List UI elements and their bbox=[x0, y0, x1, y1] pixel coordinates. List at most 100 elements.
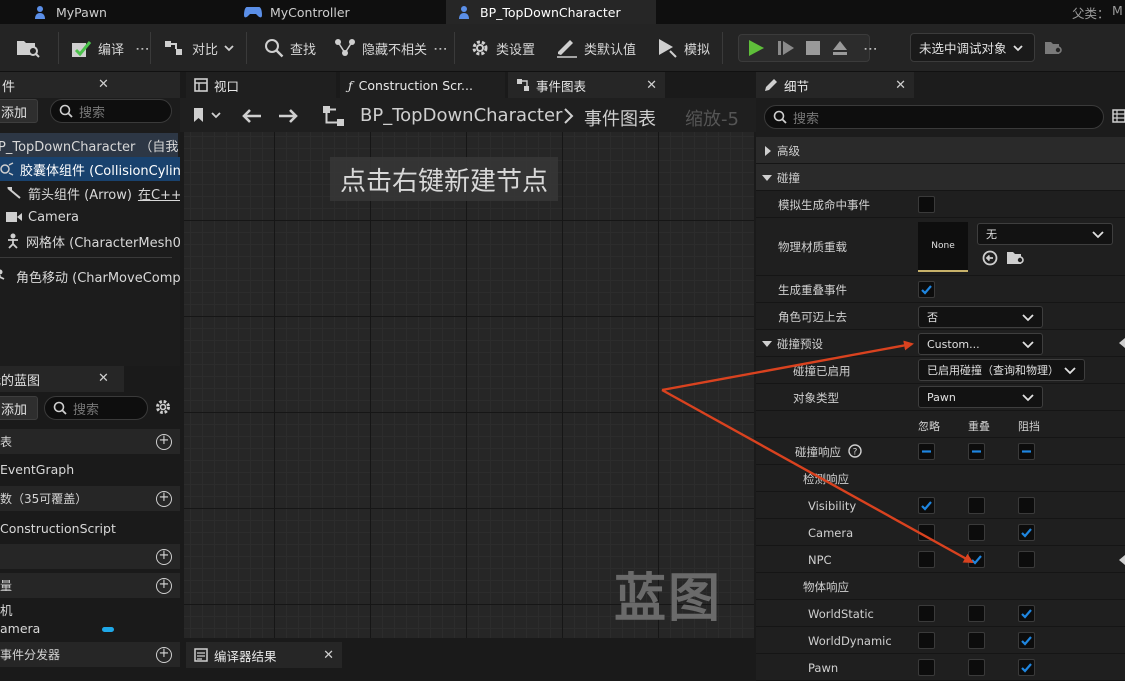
reset-diamond-icon[interactable] bbox=[1119, 338, 1125, 348]
step-button[interactable] bbox=[777, 39, 795, 57]
blueprint-search-input[interactable]: 搜索 bbox=[44, 396, 148, 420]
breadcrumb-chevron-icon bbox=[562, 107, 574, 125]
responses-ignore-all-checkbox[interactable] bbox=[918, 443, 935, 460]
tab-event-graph[interactable]: 事件图表 ✕ bbox=[508, 72, 665, 98]
worlddynamic-block-checkbox[interactable] bbox=[1018, 632, 1035, 649]
details-search-input[interactable]: 搜索 bbox=[764, 105, 1104, 129]
phys-material-dropdown[interactable]: 无 bbox=[977, 223, 1113, 245]
object-type-dropdown[interactable]: Pawn bbox=[918, 386, 1043, 408]
tab-bp-topdowncharacter[interactable]: BP_TopDownCharacter bbox=[446, 0, 656, 24]
collision-presets-dropdown[interactable]: Custom... bbox=[918, 333, 1043, 355]
worldstatic-block-checkbox[interactable] bbox=[1018, 605, 1035, 622]
tab-mycontroller[interactable]: MyController bbox=[234, 0, 444, 24]
add-function-icon[interactable]: + bbox=[156, 491, 172, 507]
category-collision[interactable]: 碰撞 bbox=[756, 164, 1125, 191]
settings-gear-icon[interactable] bbox=[154, 398, 172, 416]
tab-construction-script[interactable]: ƒ Construction Scr... bbox=[340, 72, 505, 98]
section-functions[interactable]: 数（35可覆盖） + bbox=[0, 486, 180, 512]
camera-block-checkbox[interactable] bbox=[1018, 524, 1035, 541]
responses-overlap-all-checkbox[interactable] bbox=[968, 443, 985, 460]
tree-item-movement[interactable]: 角色移动 (CharMoveComp) bbox=[0, 264, 180, 288]
close-icon[interactable]: ✕ bbox=[98, 77, 109, 92]
class-settings-button[interactable]: 类设置 bbox=[470, 24, 535, 72]
visibility-block-checkbox[interactable] bbox=[1018, 497, 1035, 514]
find-button[interactable]: 查找 bbox=[264, 24, 316, 72]
tree-item-mesh[interactable]: 网格体 (CharacterMesh0) bbox=[6, 229, 180, 253]
camera-overlap-checkbox[interactable] bbox=[968, 524, 985, 541]
worlddynamic-overlap-checkbox[interactable] bbox=[968, 632, 985, 649]
pawn-ignore-checkbox[interactable] bbox=[918, 659, 935, 676]
compile-button[interactable]: 编译 bbox=[70, 24, 124, 72]
compile-options-button[interactable]: ⋮ bbox=[134, 24, 150, 72]
stop-button[interactable] bbox=[805, 40, 821, 56]
worldstatic-ignore-checkbox[interactable] bbox=[918, 605, 935, 622]
section-event-dispatchers[interactable]: 事件分发器 + bbox=[0, 642, 180, 668]
close-icon[interactable]: ✕ bbox=[98, 371, 109, 386]
pawn-block-checkbox[interactable] bbox=[1018, 659, 1035, 676]
list-item-constructionscript[interactable]: ConstructionScript bbox=[0, 516, 116, 540]
simulate-button[interactable]: 模拟 bbox=[656, 24, 710, 72]
hide-unrelated-options[interactable]: ⋮ bbox=[432, 24, 448, 72]
breadcrumb-root[interactable]: BP_TopDownCharacter bbox=[360, 105, 562, 126]
responses-block-all-checkbox[interactable] bbox=[1018, 443, 1035, 460]
add-macro-icon[interactable]: + bbox=[156, 549, 172, 565]
play-options-button[interactable]: ⋮ bbox=[862, 24, 878, 72]
help-icon[interactable]: ? bbox=[848, 444, 862, 458]
sim-hit-checkbox[interactable] bbox=[918, 196, 935, 213]
back-arrow-icon[interactable] bbox=[240, 107, 262, 125]
gen-overlap-checkbox[interactable] bbox=[918, 281, 935, 298]
parent-class-label: 父类： bbox=[1072, 6, 1110, 21]
debug-browse-icon[interactable] bbox=[1044, 39, 1064, 57]
pawn-overlap-checkbox[interactable] bbox=[968, 659, 985, 676]
response-column-headers bbox=[756, 411, 1125, 438]
bookmark-dropdown[interactable] bbox=[192, 106, 224, 124]
tab-viewport[interactable]: 视口 bbox=[186, 72, 336, 98]
visibility-ignore-checkbox[interactable] bbox=[918, 497, 935, 514]
browse-asset-icon[interactable] bbox=[1006, 250, 1026, 266]
add-member-button[interactable]: 添加 bbox=[0, 396, 38, 420]
section-variables[interactable]: 量 + bbox=[0, 573, 180, 599]
debug-object-select[interactable]: 未选中调试对象 bbox=[910, 33, 1035, 62]
worldstatic-overlap-checkbox[interactable] bbox=[968, 605, 985, 622]
add-dispatcher-icon[interactable]: + bbox=[156, 647, 172, 663]
eject-button[interactable] bbox=[831, 39, 849, 57]
class-defaults-button[interactable]: 类默认值 bbox=[556, 24, 636, 72]
forward-arrow-icon[interactable] bbox=[278, 107, 300, 125]
browse-button[interactable] bbox=[16, 24, 40, 72]
add-graph-icon[interactable]: + bbox=[156, 434, 172, 450]
npc-overlap-checkbox[interactable] bbox=[968, 551, 985, 568]
add-component-button[interactable]: 添加 bbox=[0, 99, 38, 123]
worlddynamic-ignore-checkbox[interactable] bbox=[918, 632, 935, 649]
table-view-icon[interactable] bbox=[1112, 109, 1125, 123]
tree-item-camera[interactable]: Camera bbox=[6, 205, 180, 229]
section-macros[interactable]: + bbox=[0, 544, 180, 570]
diff-button[interactable]: 对比 bbox=[164, 24, 234, 72]
play-button[interactable] bbox=[747, 39, 765, 57]
tree-item-capsule[interactable]: 胶囊体组件 (CollisionCylinde bbox=[0, 157, 180, 181]
close-icon[interactable]: ✕ bbox=[323, 648, 334, 663]
can-step-dropdown[interactable]: 否 bbox=[918, 306, 1043, 328]
list-item-camera-variable[interactable]: amera bbox=[0, 617, 40, 639]
tab-mypawn[interactable]: MyPawn bbox=[22, 0, 232, 24]
close-icon[interactable]: ✕ bbox=[646, 78, 657, 93]
visibility-overlap-checkbox[interactable] bbox=[968, 497, 985, 514]
compile-check-icon bbox=[70, 37, 92, 59]
components-search-input[interactable]: 搜索 bbox=[50, 99, 172, 123]
category-advanced[interactable]: 高级 bbox=[756, 137, 1125, 164]
close-icon[interactable]: ✕ bbox=[895, 78, 906, 93]
tab-details[interactable]: 细节 ✕ bbox=[756, 72, 914, 98]
list-item-eventgraph[interactable]: EventGraph bbox=[0, 457, 74, 481]
npc-ignore-checkbox[interactable] bbox=[918, 551, 935, 568]
section-graphs[interactable]: 表 + bbox=[0, 429, 180, 455]
tree-item-arrow[interactable]: 箭头组件 (Arrow) 在C++5 bbox=[6, 181, 180, 205]
tree-item-root[interactable]: P_TopDownCharacter （自我 bbox=[0, 133, 178, 157]
add-variable-icon[interactable]: + bbox=[156, 578, 172, 594]
tab-compiler-results[interactable]: 编译器结果 ✕ bbox=[186, 642, 342, 668]
camera-ignore-checkbox[interactable] bbox=[918, 524, 935, 541]
phys-material-thumbnail[interactable]: None bbox=[918, 222, 968, 272]
npc-block-checkbox[interactable] bbox=[1018, 551, 1035, 568]
collision-enabled-dropdown[interactable]: 已启用碰撞（查询和物理） bbox=[918, 359, 1085, 381]
use-selected-icon[interactable] bbox=[982, 250, 998, 266]
hide-unrelated-button[interactable]: 隐藏不相关 bbox=[334, 24, 427, 72]
reset-diamond-icon[interactable] bbox=[1119, 555, 1125, 565]
